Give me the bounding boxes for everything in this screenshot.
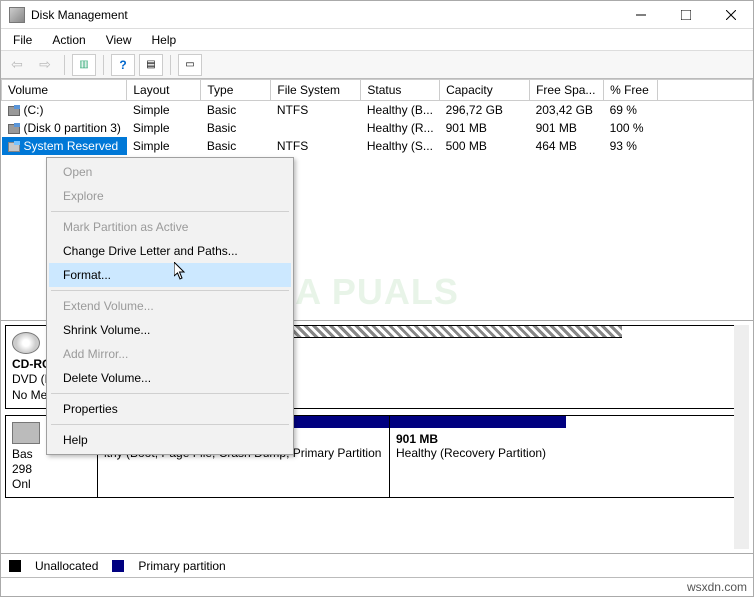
help-icon: ?	[119, 58, 126, 72]
minimize-button[interactable]	[618, 1, 663, 29]
separator	[64, 55, 65, 75]
volume-row[interactable]: (C:)SimpleBasicNTFSHealthy (B...296,72 G…	[2, 101, 753, 120]
menu-item: Open	[49, 160, 291, 184]
menu-item[interactable]: Delete Volume...	[49, 366, 291, 390]
menu-item: Add Mirror...	[49, 342, 291, 366]
status-bar: wsxdn.com	[1, 577, 753, 596]
menu-item[interactable]: Properties	[49, 397, 291, 421]
menu-action[interactable]: Action	[44, 31, 93, 49]
legend-label: Primary partition	[138, 559, 225, 573]
toolbar: ⇦ ⇨ ▥ ? ▤ ▭	[1, 51, 753, 79]
menu-view[interactable]: View	[98, 31, 140, 49]
context-menu: OpenExplore Mark Partition as ActiveChang…	[46, 157, 294, 455]
app-icon	[9, 7, 25, 23]
window-title: Disk Management	[31, 8, 618, 22]
volume-row[interactable]: System ReservedSimpleBasicNTFSHealthy (S…	[2, 137, 753, 155]
volume-row[interactable]: (Disk 0 partition 3)SimpleBasicHealthy (…	[2, 119, 753, 137]
arrow-right-icon: ⇨	[39, 56, 51, 73]
menu-separator	[51, 211, 289, 212]
legend-swatch	[9, 560, 21, 572]
menu-item: Mark Partition as Active	[49, 215, 291, 239]
column-header[interactable]: Status	[361, 80, 440, 101]
column-header[interactable]: Free Spa...	[530, 80, 604, 101]
menu-item[interactable]: Format...	[49, 263, 291, 287]
volume-icon	[8, 142, 20, 152]
legend-swatch	[112, 560, 124, 572]
status-text: wsxdn.com	[687, 580, 747, 594]
legend-label: Unallocated	[35, 559, 98, 573]
help-button[interactable]: ?	[111, 54, 135, 76]
toolbar-btn-3[interactable]: ▭	[178, 54, 202, 76]
menu-item: Extend Volume...	[49, 294, 291, 318]
list-icon: ▤	[146, 59, 155, 70]
separator	[170, 55, 171, 75]
menubar: File Action View Help	[1, 29, 753, 51]
menu-file[interactable]: File	[5, 31, 40, 49]
column-header[interactable]: Volume	[2, 80, 127, 101]
forward-button[interactable]: ⇨	[33, 54, 57, 76]
menu-separator	[51, 393, 289, 394]
maximize-button[interactable]	[663, 1, 708, 29]
menu-separator	[51, 424, 289, 425]
column-header[interactable]: Layout	[127, 80, 201, 101]
partition[interactable]: 901 MBHealthy (Recovery Partition)	[390, 416, 566, 497]
column-header[interactable]: File System	[271, 80, 361, 101]
menu-item[interactable]: Change Drive Letter and Paths...	[49, 239, 291, 263]
volume-icon	[8, 106, 20, 116]
volume-icon	[8, 124, 20, 134]
disk-icon	[12, 422, 40, 444]
separator	[103, 55, 104, 75]
toolbar-btn-2[interactable]: ▤	[139, 54, 163, 76]
menu-item[interactable]: Help	[49, 428, 291, 452]
toolbar-btn-1[interactable]: ▥	[72, 54, 96, 76]
arrow-left-icon: ⇦	[11, 56, 23, 73]
cd-icon	[12, 332, 40, 354]
panel-icon: ▥	[79, 59, 88, 70]
column-header[interactable]: Type	[201, 80, 271, 101]
legend: Unallocated Primary partition	[1, 553, 753, 577]
settings-icon: ▭	[185, 59, 194, 70]
close-button[interactable]	[708, 1, 753, 29]
menu-item[interactable]: Shrink Volume...	[49, 318, 291, 342]
scrollbar[interactable]	[734, 325, 749, 549]
menu-separator	[51, 290, 289, 291]
column-header[interactable]: % Free	[604, 80, 658, 101]
menu-item: Explore	[49, 184, 291, 208]
back-button[interactable]: ⇦	[5, 54, 29, 76]
column-header[interactable]: Capacity	[440, 80, 530, 101]
menu-help[interactable]: Help	[144, 31, 185, 49]
